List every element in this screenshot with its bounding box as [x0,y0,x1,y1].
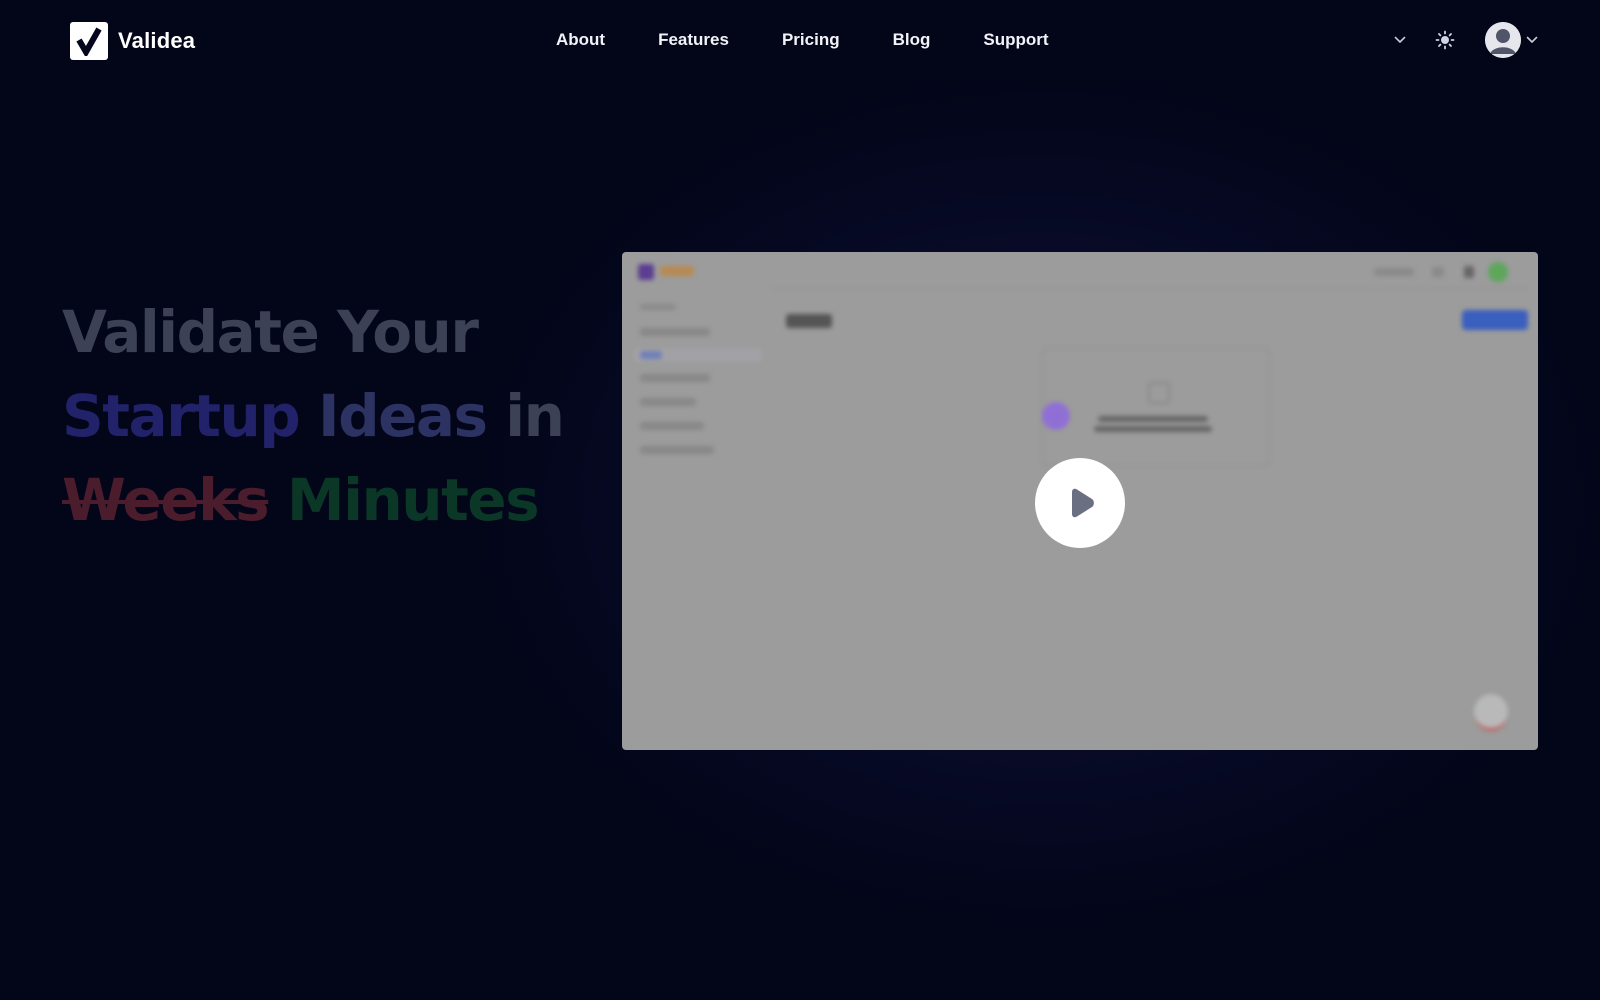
play-button[interactable] [1035,458,1125,548]
nav-blog[interactable]: Blog [893,30,931,50]
user-avatar-icon [1485,22,1521,58]
hero-text-weeks-struck: Weeks [62,466,270,534]
hero-text-minutes: Minutes [286,466,540,534]
brand-logo[interactable]: Validea [70,22,195,60]
checkmark-logo-icon [70,22,108,60]
hero-text-validate: Validate Your [62,298,479,366]
nav-pricing[interactable]: Pricing [782,30,840,50]
chevron-down-icon[interactable] [1388,22,1412,58]
hero-text-ideas: Ideas [317,382,488,450]
hero-line-2: Startup Ideas in [62,374,582,458]
nav-features[interactable]: Features [658,30,729,50]
main-nav: About Features Pricing Blog Support [556,30,1049,50]
play-icon [1072,488,1094,518]
user-menu[interactable] [1485,22,1541,58]
hero-text-startup: Startup [62,382,301,450]
chevron-down-icon [1523,22,1541,58]
hero-line-1: Validate Your [62,290,582,374]
page: Validea About Features Pricing Blog Supp… [0,0,1600,1000]
nav-support[interactable]: Support [983,30,1048,50]
brand-name: Validea [118,28,196,53]
demo-video[interactable] [622,252,1538,750]
sun-icon[interactable] [1430,22,1460,58]
hero-text-in: in [505,382,565,450]
site-header: Validea About Features Pricing Blog Supp… [0,0,1600,82]
header-actions [1388,22,1541,58]
nav-about[interactable]: About [556,30,605,50]
hero-headline: Validate Your Startup Ideas in Weeks Min… [62,290,582,542]
hero-line-3: Weeks Minutes [62,458,582,542]
